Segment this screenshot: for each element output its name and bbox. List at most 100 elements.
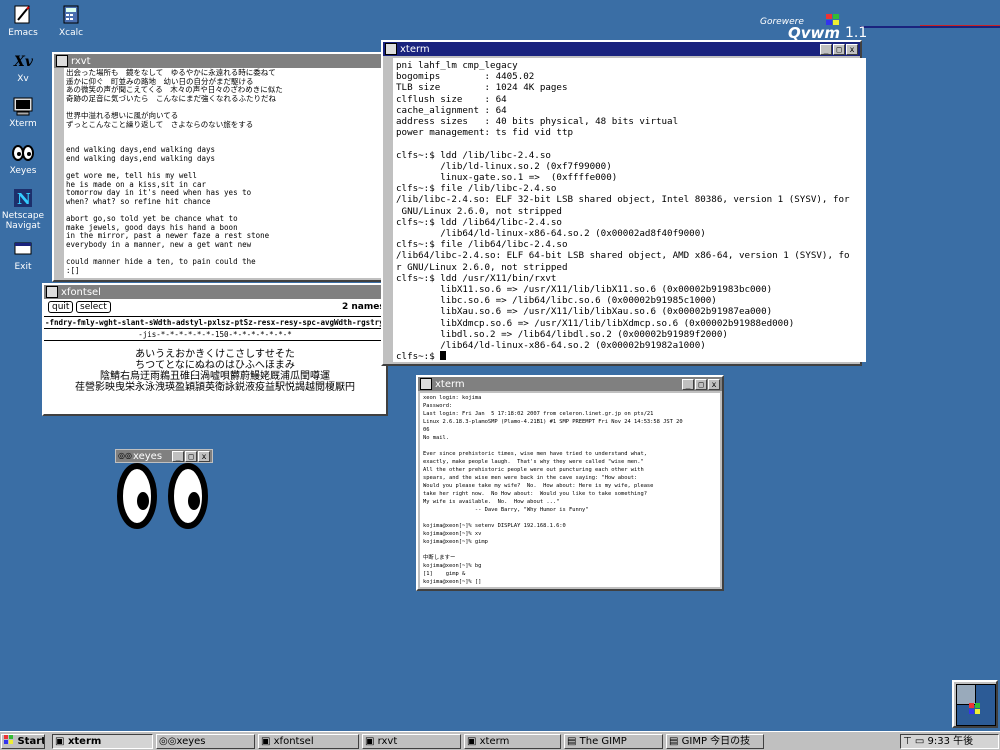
close-button[interactable]: x <box>846 43 858 55</box>
terminal-line: end walking days,end walking days <box>66 153 216 163</box>
taskbar-item-xterm-2[interactable]: ▣ xterm <box>464 734 561 749</box>
network-icon[interactable]: ▭ <box>915 736 928 747</box>
taskbar-item-label: xfontsel <box>273 736 314 747</box>
terminal-line: kojima@xeon[~]% bg <box>423 563 482 569</box>
xeyes-eyes <box>117 463 208 529</box>
terminal-line: take her right now. No How about: Would … <box>423 491 647 497</box>
icon-label: Xeyes <box>9 166 37 176</box>
left-pupil <box>137 492 149 510</box>
taskbar-item-xterm[interactable]: ▣ xterm <box>52 734 153 749</box>
terminal-line: kojima@xeon[~]% setenv DISPLAY 192.168.1… <box>423 523 566 529</box>
terminal-line: -- Dave Barry, "Why Humor is Funny" <box>423 507 589 513</box>
quit-button[interactable]: quit <box>48 301 74 313</box>
font-pattern-fields[interactable]: -fndry-fmly-wght-slant-sWdth-adstyl-pxls… <box>44 317 386 329</box>
rxvt-window[interactable]: rxvt 出会った場所も 鏡をなして ゆるやかに永遠れる時に委ねて 遥かに仰ぐ 町… <box>52 52 394 282</box>
terminal-line: kojima@xeon[~]% xv <box>423 531 482 537</box>
xterm-window-secondary[interactable]: xterm _ □ x xeon login: kojima Password: L… <box>416 375 724 591</box>
rxvt-window-icon <box>56 55 68 67</box>
icon-label: Xcalc <box>58 28 84 38</box>
taskbar-window-icon: ▣ <box>261 736 274 747</box>
sample-line: ちつてとなにぬねのはひふへほまみ <box>135 360 295 371</box>
minimize-button[interactable]: _ <box>682 378 694 390</box>
taskbar-item-label: xterm <box>479 736 510 747</box>
rxvt-titlebar[interactable]: rxvt <box>54 54 390 68</box>
desktop-icon-emacs[interactable]: Emacs <box>0 4 48 38</box>
netscape-icon: N <box>14 189 32 208</box>
minimize-button[interactable]: _ <box>820 43 832 55</box>
icon-label: Emacs <box>8 28 38 38</box>
xeyes-titlebar[interactable]: ◎◎ xeyes _ □ x <box>115 449 213 463</box>
xfontsel-window[interactable]: xfontsel quit select 2 names m -fndry-fm… <box>42 283 388 416</box>
maximize-button[interactable]: □ <box>695 378 707 390</box>
xterm-secondary-titlebar[interactable]: xterm _ □ x <box>418 377 722 391</box>
clock[interactable]: 9:33 午後 <box>928 736 974 747</box>
icon-label: Netscape Navigat <box>1 211 45 231</box>
close-button[interactable]: x <box>198 450 210 462</box>
rxvt-terminal[interactable]: 出会った場所も 鏡をなして ゆるやかに永遠れる時に委ねて 遥かに仰ぐ 町並みの路地… <box>58 68 394 278</box>
terminal-line: pni lahf_lm cmp_legacy <box>396 60 518 71</box>
logo-version: 1.1 <box>845 25 868 41</box>
terminal-line: Would you please take my wife? No. How a… <box>423 483 654 489</box>
taskbar: Start ▣ xterm ◎◎xeyes ▣ xfontsel ▣ rxvt … <box>0 731 1000 750</box>
desktop-pager[interactable] <box>952 680 998 728</box>
xfontsel-titlebar[interactable]: xfontsel <box>44 285 386 299</box>
start-label: Start <box>17 736 45 747</box>
terminal-line: when? what? so refine hit chance <box>66 196 211 206</box>
text-cursor <box>440 351 447 361</box>
desktop-icon-xcalc[interactable]: Xcalc <box>46 4 96 38</box>
terminal-line: No mail. <box>423 435 449 441</box>
taskbar-item-gimp[interactable]: ▤ The GIMP <box>564 734 663 749</box>
terminal-line: TLB size : 1024 4K pages <box>396 82 568 94</box>
taskbar-window-icon: ▣ <box>467 736 480 747</box>
eyes-icon <box>12 145 34 161</box>
terminal-line: libXdmcp.so.6 => /usr/X11/lib/libXdmcp.s… <box>396 317 795 329</box>
desktop-icon-netscape[interactable]: N Netscape Navigat <box>0 187 48 231</box>
taskbar-item-rxvt[interactable]: ▣ rxvt <box>362 734 461 749</box>
icon-label: Exit <box>14 262 32 272</box>
minimize-button[interactable]: _ <box>172 450 184 462</box>
rxvt-title: rxvt <box>71 55 91 67</box>
terminal-line: bogomips : 4405.02 <box>396 71 535 83</box>
ime-icon[interactable]: ⊤ <box>903 736 915 747</box>
terminal-line: clfs~:$ file /lib/libc-2.4.so <box>396 183 557 195</box>
maximize-button[interactable]: □ <box>833 43 845 55</box>
close-button[interactable]: x <box>708 378 720 390</box>
xfontsel-window-icon <box>46 286 58 298</box>
terminal-line: linux-gate.so.1 => (0xffffe000) <box>396 172 618 184</box>
xeyes-window[interactable]: ◎◎ xeyes _ □ x <box>115 449 213 529</box>
xterm-main-titlebar[interactable]: xterm _ □ x <box>383 42 860 56</box>
terminal-line: kojima@xeon[~]% [] <box>423 579 482 585</box>
maximize-button[interactable]: □ <box>185 450 197 462</box>
calculator-icon <box>63 5 79 24</box>
taskbar-item-gimp-tips[interactable]: ▤ GIMP 今日の技 <box>666 734 764 749</box>
xterm-window-main[interactable]: xterm _ □ x pni lahf_lm cmp_legacy bogomi… <box>381 40 866 366</box>
sample-line: 陰鯖右烏迂雨鵜丑碓臼渦嘘唄欝蔚鰻姥厩浦瓜閏噂運 <box>100 371 330 382</box>
desktop-icon-xterm[interactable]: Xterm <box>0 95 48 129</box>
terminal-line: Ever since prehistoric times, wise men h… <box>423 451 647 457</box>
desktop-icon-xv[interactable]: Xv Xv <box>0 50 48 84</box>
terminal-line: libXau.so.6 => /usr/X11/lib/libXau.so.6 … <box>396 306 773 318</box>
terminal-line: r GNU/Linux 2.6.0, not stripped <box>396 261 568 273</box>
terminal-line: libdl.so.2 => /lib64/libdl.so.2 (0x00002… <box>396 328 728 340</box>
start-button[interactable]: Start <box>1 734 45 749</box>
xterm-secondary-terminal[interactable]: xeon login: kojima Password: Last login: F… <box>420 393 720 587</box>
desktop-icon-exit[interactable]: Exit <box>0 238 48 272</box>
windows-flag-icon <box>4 735 13 744</box>
pager-cell[interactable] <box>957 685 976 705</box>
font-sample-text: あいうえおかきくけこさしすせそた ちつてとなにぬねのはひふへほまみ 陰鯖右烏迂雨鵜丑… <box>44 341 386 393</box>
taskbar-item-label: GIMP 今日の技 <box>681 736 751 747</box>
select-button[interactable]: select <box>76 301 111 313</box>
sample-line: あいうえおかきくけこさしすせそた <box>135 349 295 360</box>
desktop-icon-xeyes[interactable]: Xeyes <box>0 142 48 176</box>
emacs-icon <box>14 5 30 24</box>
xterm-main-terminal[interactable]: pni lahf_lm cmp_legacy bogomips : 4405.02… <box>385 58 866 362</box>
terminal-line: [1] gimp & <box>423 571 466 577</box>
terminal-line: Last login: Fri Jan 5 17:18:02 2007 from… <box>423 411 654 417</box>
taskbar-item-xeyes[interactable]: ◎◎xeyes <box>156 734 255 749</box>
taskbar-item-xfontsel[interactable]: ▣ xfontsel <box>258 734 359 749</box>
xv-icon: Xv <box>13 54 34 70</box>
terminal-line: /lib64/libc-2.4.so: ELF 64-bit LSB share… <box>396 250 850 262</box>
